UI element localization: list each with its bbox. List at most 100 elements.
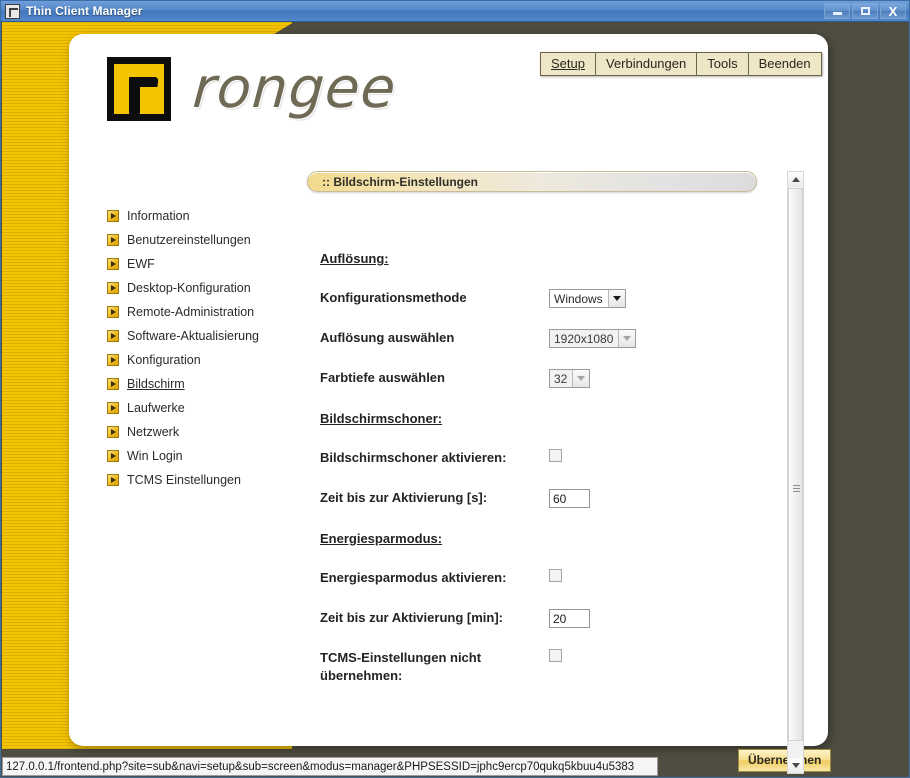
- app-logo-icon: [5, 3, 20, 19]
- sidebar-item-label: Konfiguration: [127, 353, 201, 367]
- brand-logo: rongee: [107, 56, 399, 121]
- content-header-bar: :: Bildschirm-Einstellungen: [307, 171, 757, 192]
- sidebar-item-software-aktualisierung[interactable]: Software-Aktualisierung: [107, 324, 317, 348]
- row-screensaver-timeout: Zeit bis zur Aktivierung [s]:: [320, 489, 780, 529]
- field-resolution-select: 1920x1080: [549, 329, 780, 348]
- powersave-timeout-input[interactable]: [549, 609, 590, 628]
- config-method-value: Windows: [554, 292, 603, 306]
- content-area: :: Bildschirm-Einstellungen: [307, 171, 759, 192]
- arrow-right-icon: [107, 354, 119, 366]
- minimize-button[interactable]: [824, 3, 850, 19]
- rongee-mark-icon: [107, 56, 171, 121]
- row-screensaver-enable: Bildschirmschoner aktivieren:: [320, 449, 780, 489]
- sidebar-item-netzwerk[interactable]: Netzwerk: [107, 420, 317, 444]
- sidebar-item-label: Desktop-Konfiguration: [127, 281, 251, 295]
- sidebar-item-label: Laufwerke: [127, 401, 185, 415]
- sidebar-item-ewf[interactable]: EWF: [107, 252, 317, 276]
- apply-button[interactable]: Übernehmen: [738, 749, 832, 772]
- arrow-right-icon: [107, 282, 119, 294]
- row-powersave-timeout: Zeit bis zur Aktivierung [min]:: [320, 609, 780, 649]
- label-config-method: Konfigurationsmethode: [320, 290, 467, 305]
- sidebar-item-benutzereinstellungen[interactable]: Benutzereinstellungen: [107, 228, 317, 252]
- sidebar-item-label: Win Login: [127, 449, 183, 463]
- content-header-title: :: Bildschirm-Einstellungen: [322, 174, 479, 189]
- top-menu-bar: Setup Verbindungen Tools Beenden: [540, 52, 822, 76]
- sidebar-item-tcms-einstellungen[interactable]: TCMS Einstellungen: [107, 468, 317, 492]
- arrow-right-icon: [107, 474, 119, 486]
- row-config-method: Konfigurationsmethode Windows: [320, 289, 780, 329]
- arrow-right-icon: [107, 402, 119, 414]
- sidebar-item-label: Bildschirm: [127, 377, 185, 391]
- scroll-down-button[interactable]: [788, 758, 803, 773]
- menu-item-tools[interactable]: Tools: [697, 53, 749, 75]
- screensaver-enable-checkbox[interactable]: [549, 449, 562, 462]
- sidebar-item-laufwerke[interactable]: Laufwerke: [107, 396, 317, 420]
- row-ignore-tcms: TCMS-Einstellungen nicht übernehmen:: [320, 649, 780, 689]
- sidebar-item-label: Netzwerk: [127, 425, 180, 439]
- screensaver-timeout-input[interactable]: [549, 489, 590, 508]
- arrow-right-icon: [107, 450, 119, 462]
- row-resolution-select: Auflösung auswählen 1920x1080: [320, 329, 780, 369]
- label-screensaver-timeout: Zeit bis zur Aktivierung [s]:: [320, 490, 488, 505]
- section-heading-screensaver: Bildschirmschoner:: [320, 411, 443, 426]
- content-scrollbar[interactable]: [787, 171, 804, 774]
- chevron-down-icon: [618, 330, 636, 347]
- label-powersave-timeout: Zeit bis zur Aktivierung [min]:: [320, 610, 503, 625]
- field-powersave-enable: [549, 569, 780, 587]
- sidebar-item-desktop-konfiguration[interactable]: Desktop-Konfiguration: [107, 276, 317, 300]
- sidebar-item-remote-administration[interactable]: Remote-Administration: [107, 300, 317, 324]
- powersave-enable-checkbox[interactable]: [549, 569, 562, 582]
- status-bar-url: 127.0.0.1/frontend.php?site=sub&navi=set…: [6, 760, 635, 773]
- label-color-depth: Farbtiefe auswählen: [320, 370, 445, 385]
- menu-item-beenden[interactable]: Beenden: [748, 53, 821, 75]
- maximize-button[interactable]: [852, 3, 878, 19]
- sidebar-item-label: TCMS Einstellungen: [127, 473, 241, 487]
- sidebar-nav: Information Benutzereinstellungen EWF De…: [107, 204, 317, 492]
- sidebar-item-bildschirm[interactable]: Bildschirm: [107, 372, 317, 396]
- application-window: Thin Client Manager X rongee Setup Verbi…: [0, 0, 910, 778]
- close-button[interactable]: X: [880, 3, 906, 19]
- label-resolution-select: Auflösung auswählen: [320, 330, 455, 345]
- menu-item-setup[interactable]: Setup: [541, 53, 596, 75]
- scroll-up-button[interactable]: [788, 172, 803, 187]
- window-title: Thin Client Manager: [26, 4, 143, 18]
- arrow-right-icon: [107, 258, 119, 270]
- chevron-down-icon: [572, 370, 590, 387]
- config-method-select[interactable]: Windows: [549, 289, 626, 308]
- color-depth-select[interactable]: 32: [549, 369, 591, 388]
- rongee-r-glyph: [129, 76, 155, 114]
- scrollbar-thumb[interactable]: [788, 188, 803, 741]
- ignore-tcms-checkbox[interactable]: [549, 649, 562, 662]
- sidebar-item-label: Benutzereinstellungen: [127, 233, 251, 247]
- section-heading-resolution: Auflösung:: [320, 251, 389, 266]
- sidebar-item-konfiguration[interactable]: Konfiguration: [107, 348, 317, 372]
- field-ignore-tcms: [549, 649, 780, 667]
- arrow-right-icon: [107, 306, 119, 318]
- arrow-right-icon: [107, 234, 119, 246]
- label-powersave-enable: Energiesparmodus aktivieren:: [320, 570, 507, 585]
- sidebar-item-information[interactable]: Information: [107, 204, 317, 228]
- arrow-right-icon: [107, 378, 119, 390]
- arrow-right-icon: [107, 210, 119, 222]
- sidebar-item-win-login[interactable]: Win Login: [107, 444, 317, 468]
- field-screensaver-enable: [549, 449, 780, 467]
- field-powersave-timeout: [549, 609, 780, 628]
- menu-item-verbindungen[interactable]: Verbindungen: [595, 53, 698, 75]
- color-depth-value: 32: [554, 372, 568, 386]
- title-bar: Thin Client Manager X: [1, 1, 909, 22]
- status-bar: 127.0.0.1/frontend.php?site=sub&navi=set…: [2, 757, 658, 776]
- label-screensaver-enable: Bildschirmschoner aktivieren:: [320, 450, 507, 465]
- chevron-down-icon: [607, 290, 625, 307]
- field-color-depth: 32: [549, 369, 780, 388]
- resolution-value: 1920x1080: [554, 332, 614, 346]
- sidebar-item-label: EWF: [127, 257, 155, 271]
- arrow-right-icon: [107, 330, 119, 342]
- resolution-select[interactable]: 1920x1080: [549, 329, 637, 348]
- sidebar-item-label: Remote-Administration: [127, 305, 255, 319]
- rongee-mark-inner: [114, 63, 164, 114]
- section-heading-powersave: Energiesparmodus:: [320, 531, 443, 546]
- arrow-right-icon: [107, 426, 119, 438]
- brand-wordmark: rongee: [190, 56, 399, 121]
- page-panel: rongee Setup Verbindungen Tools Beenden …: [69, 34, 832, 774]
- scrollbar-grip-icon: [793, 485, 800, 492]
